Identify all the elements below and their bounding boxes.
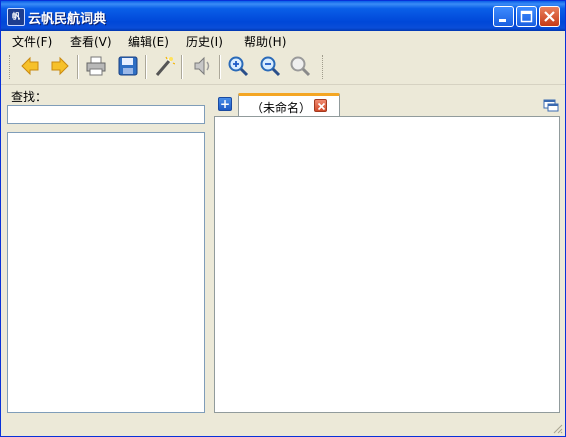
zoom-out-icon	[260, 56, 281, 77]
search-input[interactable]	[7, 105, 205, 124]
window-title: 云帆民航词典	[28, 12, 107, 27]
magic-wand-button[interactable]	[151, 53, 177, 79]
arrow-left-icon	[21, 56, 39, 76]
maximize-icon	[520, 10, 533, 23]
app-window: 帆 云帆民航词典 文件(F) 查看(V) 编辑(E) 历史(I) 帮助(H) 查…	[0, 0, 566, 437]
menu-file[interactable]: 文件(F)	[8, 33, 56, 50]
menu-history[interactable]: 历史(I)	[182, 33, 227, 50]
forward-button[interactable]	[47, 53, 73, 79]
title-bar[interactable]: 帆 云帆民航词典	[1, 1, 565, 31]
resize-grip-icon[interactable]	[551, 422, 563, 434]
maximize-button[interactable]	[516, 6, 537, 27]
word-list[interactable]	[7, 132, 205, 413]
zoom-out-button[interactable]	[257, 53, 283, 79]
window-list-icon	[543, 99, 559, 112]
arrow-right-icon	[51, 56, 69, 76]
zoom-icon	[290, 56, 311, 77]
app-icon: 帆	[7, 8, 25, 26]
back-button[interactable]	[17, 53, 43, 79]
save-button[interactable]	[115, 53, 141, 79]
toolbar-separator	[181, 55, 183, 79]
menu-edit[interactable]: 编辑(E)	[124, 33, 173, 50]
tab-list-button[interactable]	[543, 98, 559, 112]
minimize-icon	[499, 19, 506, 22]
tab-close-button[interactable]	[314, 99, 327, 112]
printer-icon	[86, 56, 106, 76]
toolbar-separator	[77, 55, 79, 79]
toolbar-separator	[145, 55, 147, 79]
close-button[interactable]	[539, 6, 560, 27]
toolbar	[1, 50, 565, 85]
menu-view[interactable]: 查看(V)	[66, 33, 116, 50]
menu-help[interactable]: 帮助(H)	[240, 33, 290, 50]
floppy-disk-icon	[118, 56, 138, 76]
minimize-button[interactable]	[493, 6, 514, 27]
print-button[interactable]	[83, 53, 109, 79]
search-label: 查找：	[11, 90, 48, 104]
tab-untitled[interactable]: （未命名）	[238, 93, 340, 117]
toolbar-grip[interactable]	[9, 55, 13, 79]
zoom-in-button[interactable]	[225, 53, 251, 79]
menu-bar: 文件(F) 查看(V) 编辑(E) 历史(I) 帮助(H)	[1, 31, 565, 50]
definition-content-area[interactable]	[214, 116, 560, 413]
close-icon	[544, 11, 555, 22]
new-tab-button[interactable]: +	[218, 97, 232, 111]
magic-wand-icon	[155, 56, 175, 76]
zoom-reset-button[interactable]	[287, 53, 313, 79]
speak-button[interactable]	[189, 53, 215, 79]
speaker-icon	[194, 56, 210, 76]
toolbar-separator	[219, 55, 221, 79]
zoom-in-icon	[228, 56, 249, 77]
tab-label: （未命名）	[251, 101, 312, 115]
toolbar-grip[interactable]	[322, 55, 326, 79]
close-icon	[317, 102, 326, 111]
